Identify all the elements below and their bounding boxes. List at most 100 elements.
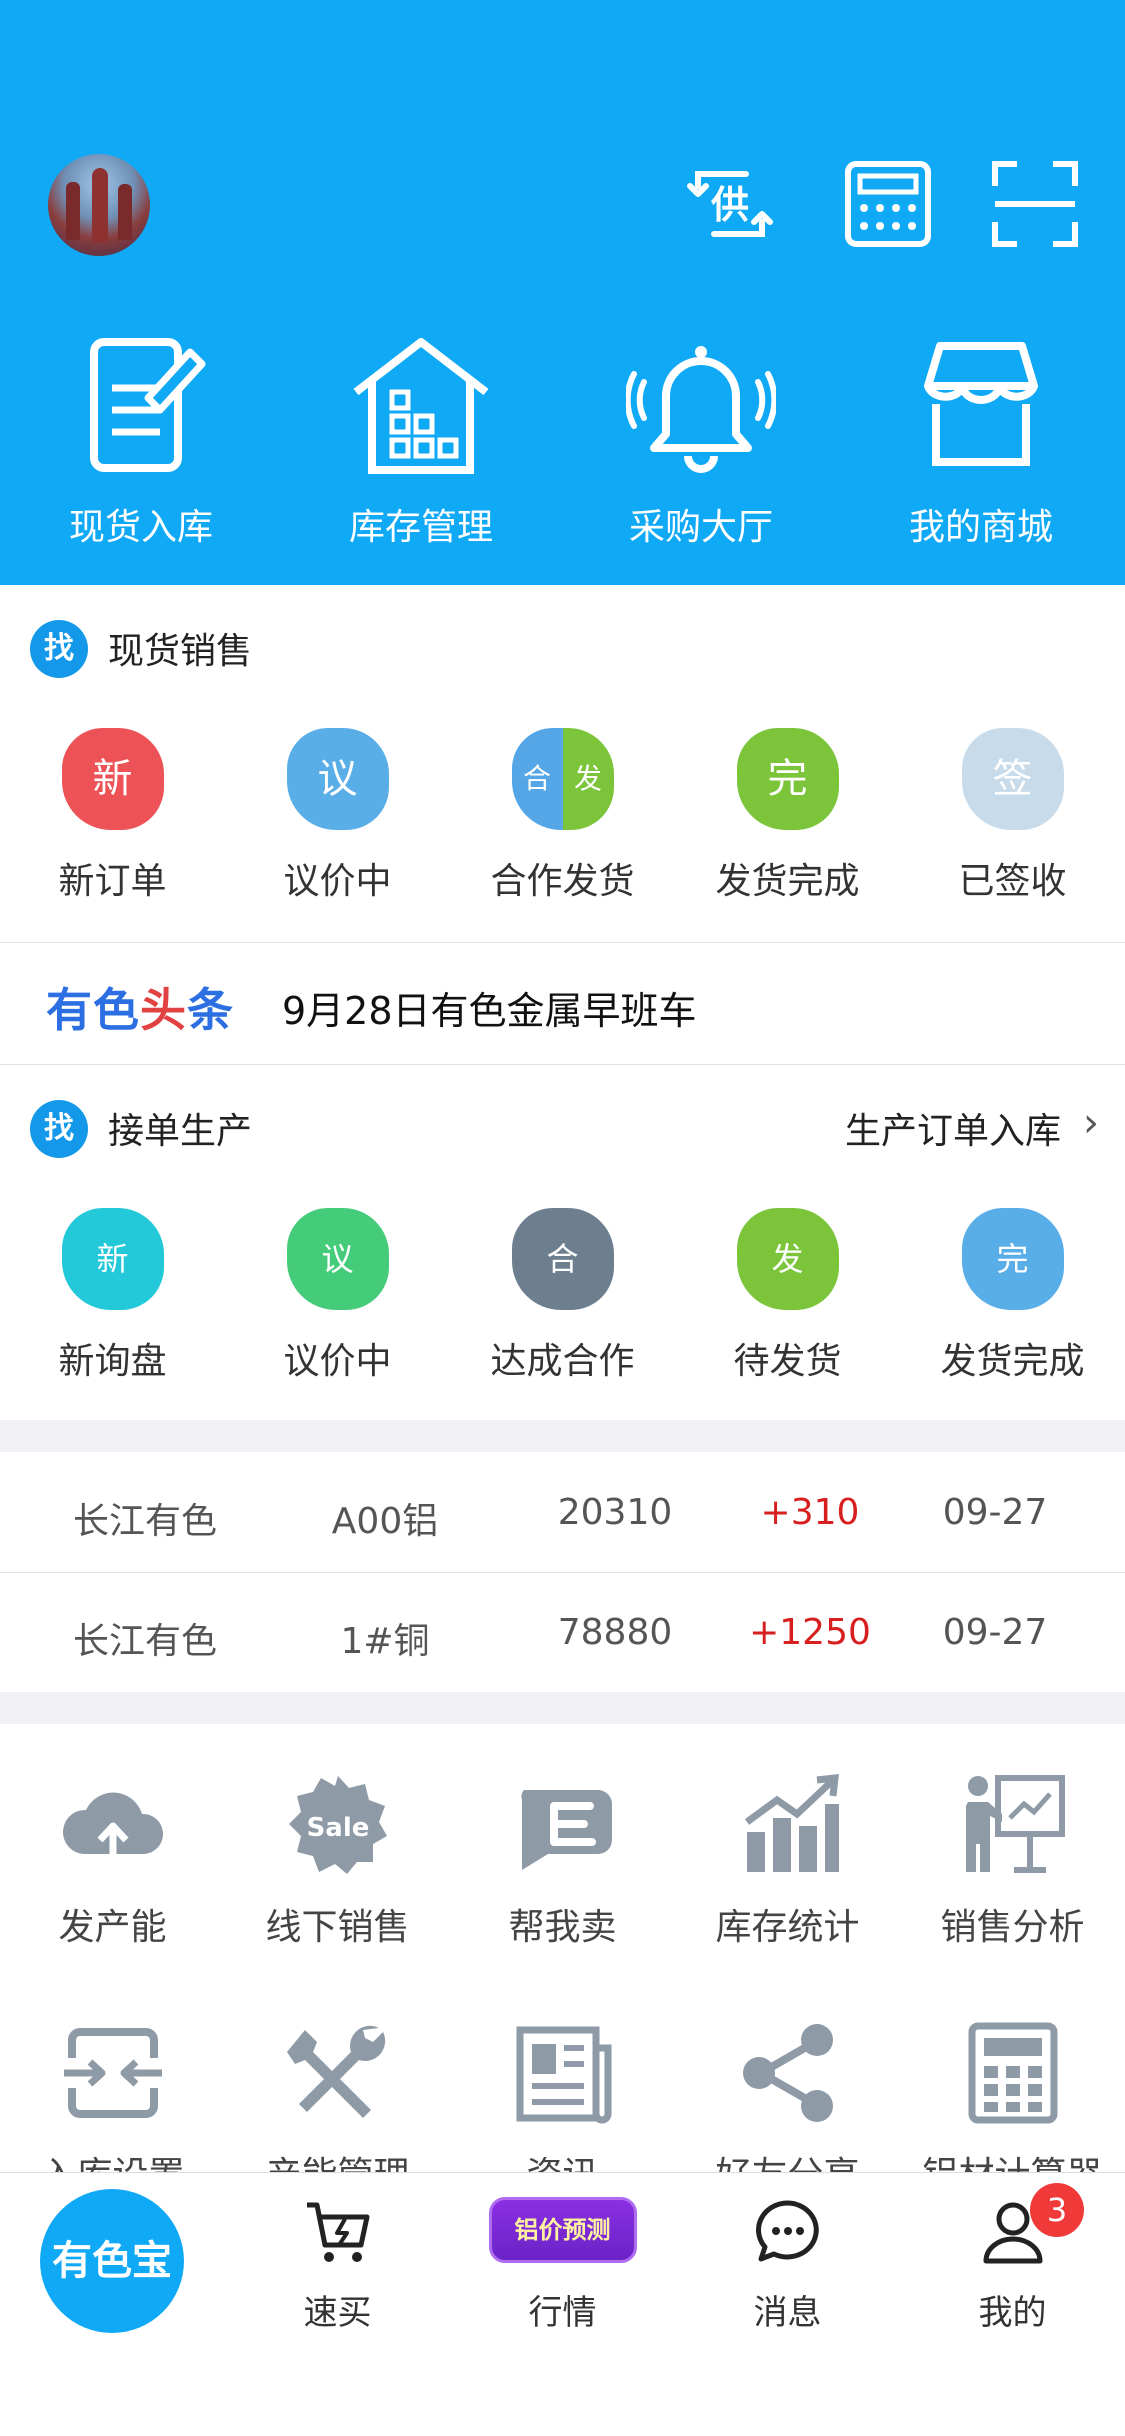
find-badge: 找 (30, 1100, 88, 1158)
price-source: 长江有色 (72, 1501, 217, 1542)
status-glyph: 合 (511, 1208, 614, 1310)
svg-text:供: 供 (711, 183, 749, 227)
status-shipped[interactable]: 完 发货完成 (900, 1208, 1125, 1384)
tool-publish-capacity[interactable]: 发产能 (0, 1770, 225, 1950)
production-header: 找 接单生产 生产订单入库 › (0, 1080, 1125, 1170)
price-source: 长江有色 (72, 1621, 217, 1662)
bell-icon (626, 346, 776, 473)
home-button[interactable]: 有色宝 (40, 2189, 184, 2333)
status-glyph: 议 (286, 728, 389, 830)
status-glyph: 签 (961, 728, 1064, 830)
price-row[interactable]: 长江有色 A00铝 20310 +310 09-27 (0, 1452, 1125, 1572)
status-new-inquiry[interactable]: 新 新询盘 (0, 1208, 225, 1384)
cloud-upload-icon (62, 1792, 163, 1862)
news-logo: 有色头条 (46, 983, 234, 1037)
header: 供 现货入库 库存管理 采购大厅 我的商城 (0, 0, 1125, 585)
sale-badge-icon: Sale (288, 1776, 387, 1874)
status-deal-made[interactable]: 合 达成合作 (450, 1208, 675, 1384)
status-label: 发货完成 (940, 1341, 1085, 1382)
tab-messages[interactable]: 消息 (675, 2197, 900, 2334)
tab-label: 我的 (978, 2293, 1047, 2333)
tab-quick-buy[interactable]: 速买 (225, 2197, 450, 2334)
price-value: 20310 (557, 1492, 673, 1533)
tools-icon (286, 2025, 385, 2118)
edit-document-icon (90, 338, 206, 472)
warehouse-icon (353, 338, 489, 474)
tab-label: 速买 (303, 2293, 372, 2333)
quick-action-my-shop[interactable]: 我的商城 (840, 330, 1122, 550)
price-change: +1250 (749, 1612, 871, 1653)
tool-label: 线下销售 (265, 1907, 410, 1948)
quick-action-label: 采购大厅 (628, 507, 773, 548)
bar-chart-icon (744, 1774, 839, 1872)
spot-sales-status-row: 新 新订单 议 议价中 合发 合作发货 完 发货完成 签 已签收 (0, 728, 1125, 908)
scan-icon[interactable] (987, 156, 1083, 252)
price-metal: A00铝 (331, 1501, 439, 1542)
chevron-right-icon[interactable]: › (1083, 1100, 1099, 1146)
tool-stock-in-settings[interactable]: 入库设置 (0, 2018, 225, 2198)
status-received[interactable]: 签 已签收 (900, 728, 1125, 904)
price-row[interactable]: 长江有色 1#铜 78880 +1250 09-27 (0, 1572, 1125, 1692)
tool-aluminum-calculator[interactable]: 铝材计算器 (900, 2018, 1125, 2198)
tool-label: 帮我卖 (508, 1907, 617, 1948)
status-glyph: 议 (286, 1208, 389, 1310)
tool-capacity-management[interactable]: 产能管理 (225, 2018, 450, 2198)
spot-sales-header: 找 现货销售 (0, 600, 1125, 690)
tool-sales-analysis[interactable]: 销售分析 (900, 1770, 1125, 1950)
price-value: 78880 (557, 1612, 673, 1653)
tool-label: 库存统计 (715, 1907, 860, 1948)
share-icon (742, 2024, 833, 2122)
status-negotiating[interactable]: 议 议价中 (225, 1208, 450, 1384)
quick-action-purchase-hall[interactable]: 采购大厅 (560, 330, 842, 550)
divider (0, 1064, 1125, 1065)
tool-news[interactable]: 资讯 (450, 2018, 675, 2198)
status-negotiating[interactable]: 议 议价中 (225, 728, 450, 904)
tool-offline-sales[interactable]: Sale 线下销售 (225, 1770, 450, 1950)
presentation-icon (965, 1775, 1065, 1873)
calculator-icon[interactable] (840, 156, 936, 252)
shop-icon (924, 342, 1038, 466)
tab-label: 行情 (528, 2293, 597, 2333)
tool-inventory-stats[interactable]: 库存统计 (675, 1770, 900, 1950)
news-headline[interactable]: 9月28日有色金属早班车 (282, 980, 697, 1035)
quick-action-label: 现货入库 (68, 507, 213, 548)
tool-share-friends[interactable]: 好友分享 (675, 2018, 900, 2198)
tool-help-sell[interactable]: 帮我卖 (450, 1770, 675, 1950)
price-date: 09-27 (942, 1612, 1048, 1653)
help-sell-icon (520, 1790, 612, 1870)
news-ticker[interactable]: 有色头条 9月28日有色金属早班车 (0, 944, 1125, 1064)
find-badge: 找 (30, 620, 88, 678)
status-shipped[interactable]: 完 发货完成 (675, 728, 900, 904)
merge-arrows-icon (63, 2028, 162, 2118)
tab-profile[interactable]: 我的 (900, 2197, 1125, 2334)
tab-label: 消息 (753, 2293, 822, 2333)
tab-bar: 有色宝 速买 铝价预测 行情 消息 我的 3 (0, 2172, 1125, 2436)
aluminum-price-forecast-badge[interactable]: 铝价预测 (488, 2197, 637, 2263)
calculator-icon (968, 2022, 1057, 2124)
status-glyph: 新 (61, 1208, 164, 1310)
status-label: 新询盘 (58, 1341, 167, 1382)
status-coop-shipping[interactable]: 合发 合作发货 (450, 728, 675, 904)
status-label: 待发货 (733, 1341, 842, 1382)
notification-badge: 3 (1030, 2183, 1084, 2237)
tab-market[interactable]: 铝价预测 行情 (450, 2197, 675, 2334)
status-label: 议价中 (283, 1341, 392, 1382)
status-label: 议价中 (283, 861, 392, 902)
quick-action-stock-in[interactable]: 现货入库 (0, 330, 282, 550)
status-to-ship[interactable]: 发 待发货 (675, 1208, 900, 1384)
section-title: 接单生产 (108, 1111, 253, 1152)
quick-action-inventory[interactable]: 库存管理 (280, 330, 562, 550)
cart-icon (306, 2202, 369, 2262)
status-glyph: 完 (736, 728, 839, 830)
status-glyph: 新 (61, 728, 164, 830)
quick-action-label: 我的商城 (908, 507, 1053, 548)
newspaper-icon (516, 2026, 611, 2124)
avatar[interactable] (48, 154, 150, 256)
status-glyph: 发 (736, 1208, 839, 1310)
supply-swap-icon[interactable]: 供 (682, 156, 778, 252)
production-order-link[interactable]: 生产订单入库 (845, 1102, 1061, 1154)
status-glyph: 完 (961, 1208, 1064, 1310)
tool-label: 发产能 (58, 1907, 167, 1948)
status-new-order[interactable]: 新 新订单 (0, 728, 225, 904)
status-glyph: 合发 (511, 728, 614, 830)
